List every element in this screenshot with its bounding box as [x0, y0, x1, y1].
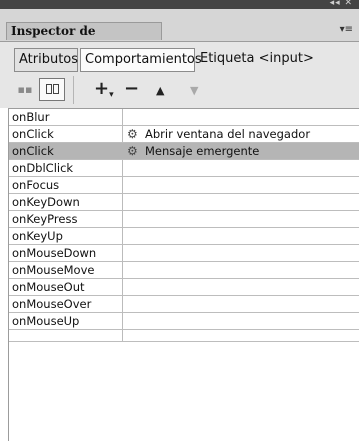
toolbar-separator	[73, 76, 74, 104]
add-icon: +	[94, 78, 110, 99]
event-row[interactable]: onDblClick	[9, 160, 359, 177]
event-row[interactable]: onBlur	[9, 109, 359, 126]
show-all-events-icon[interactable]	[39, 78, 65, 101]
event-row[interactable]: onMouseOut	[9, 279, 359, 296]
event-name: onMouseDown	[12, 246, 97, 260]
chevron-down-icon: ▾	[109, 90, 114, 100]
event-row[interactable]: onClick ⚙ Abrir ventana del navegador	[9, 126, 359, 143]
event-name: onKeyDown	[12, 195, 80, 209]
event-name: onKeyPress	[12, 212, 78, 226]
tab-tag-inspector[interactable]: Inspector de etiquetas	[6, 22, 162, 55]
event-row[interactable]: onKeyPress	[9, 211, 359, 228]
event-row-empty[interactable]	[9, 330, 359, 342]
add-behavior-button[interactable]: +▾	[94, 79, 114, 105]
event-row[interactable]: onMouseOver	[9, 296, 359, 313]
remove-behavior-button[interactable]: −	[124, 79, 139, 99]
event-row[interactable]: onMouseUp	[9, 313, 359, 330]
tab-behaviors[interactable]: Comportamientos	[80, 48, 202, 72]
event-row[interactable]: onKeyDown	[9, 194, 359, 211]
event-name: onKeyUp	[12, 229, 63, 243]
move-down-button[interactable]: ▼	[190, 81, 198, 101]
event-name: onMouseMove	[12, 263, 95, 277]
event-row[interactable]: onKeyUp	[9, 228, 359, 245]
behavior-action: ⚙ Mensaje emergente	[127, 143, 259, 159]
gear-icon: ⚙	[127, 144, 138, 158]
tab-tag-input[interactable]: Etiqueta <input>	[196, 48, 318, 72]
event-name: onMouseOver	[12, 297, 92, 311]
tag-inspector-panel: ◂◂ ✕ Inspector de etiquetas ▾≡ Atributos…	[0, 0, 359, 441]
event-name: onMouseUp	[12, 314, 80, 328]
event-row-selected[interactable]: onClick ⚙ Mensaje emergente	[9, 143, 359, 160]
gear-icon: ⚙	[127, 127, 138, 141]
show-set-events-icon[interactable]: ▪▪ ▪▪	[14, 78, 36, 119]
behaviors-grid: onBlur onClick ⚙ Abrir ventana del navegad…	[8, 108, 359, 441]
collapse-close-controls[interactable]: ◂◂ ✕	[330, 0, 353, 9]
action-label: Abrir ventana del navegador	[145, 127, 311, 141]
event-name: onDblClick	[12, 161, 74, 175]
event-name: onClick	[12, 127, 54, 141]
divider	[0, 41, 359, 42]
event-row[interactable]: onFocus	[9, 177, 359, 194]
event-row[interactable]: onMouseDown	[9, 245, 359, 262]
action-label: Mensaje emergente	[145, 144, 260, 158]
event-name: onFocus	[12, 178, 60, 192]
panel-titlebar: ◂◂ ✕	[0, 0, 359, 9]
event-name: onMouseOut	[12, 280, 85, 294]
event-row[interactable]: onMouseMove	[9, 262, 359, 279]
move-up-button[interactable]: ▲	[156, 81, 164, 101]
behavior-action: ⚙ Abrir ventana del navegador	[127, 126, 310, 142]
event-name: onBlur	[12, 110, 50, 124]
tab-attributes[interactable]: Atributos	[14, 48, 78, 72]
options-menu-icon[interactable]: ▾≡	[340, 24, 353, 35]
panel-tab-row: Inspector de etiquetas ▾≡	[0, 9, 359, 55]
event-name: onClick	[12, 144, 54, 158]
